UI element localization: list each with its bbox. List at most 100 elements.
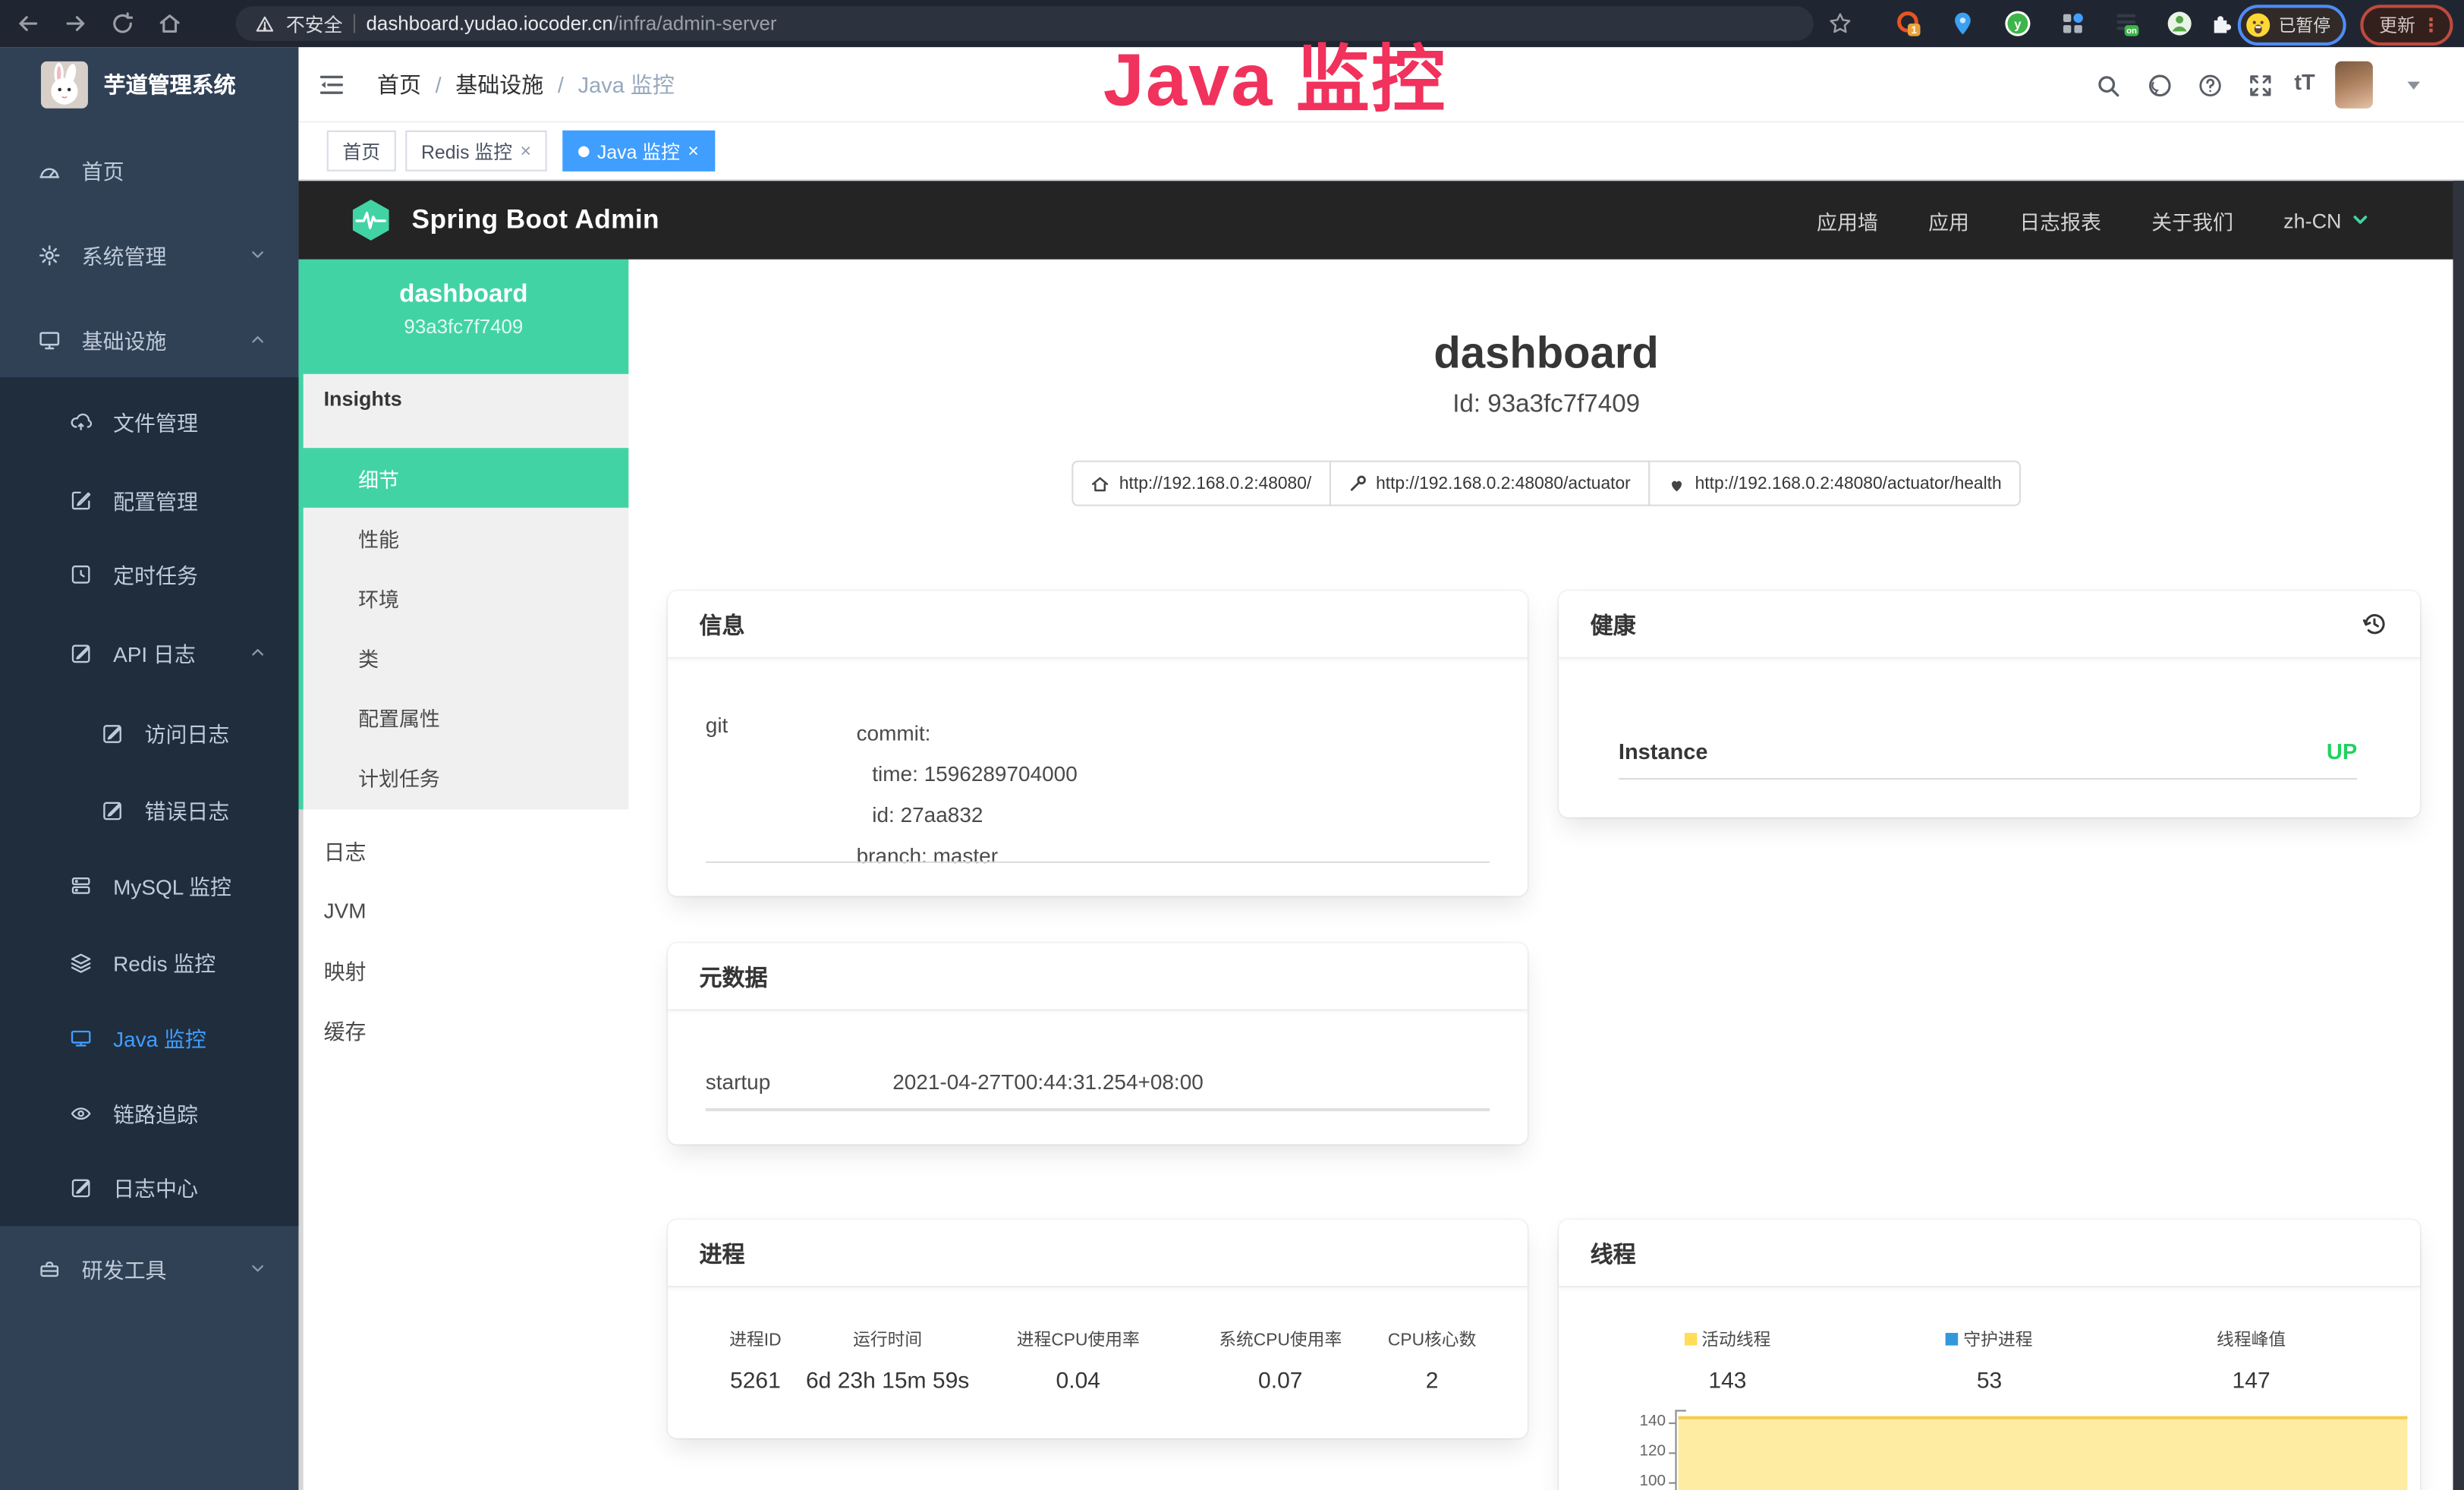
sidebar-item-error-logs[interactable]: 错误日志: [0, 772, 298, 847]
tab-redis-monitor[interactable]: Redis 监控 ×: [405, 131, 546, 172]
live-threads-area: [1679, 1416, 2408, 1490]
user-caret-down-icon[interactable]: [2407, 82, 2420, 90]
extension-pin-icon[interactable]: [1949, 9, 1977, 37]
sba-navbar: Spring Boot Admin 应用墙 应用 日志报表 关于我们 zh-CN: [298, 181, 2464, 260]
extension-grid-icon[interactable]: [2059, 9, 2087, 37]
sidebar-item-tracing[interactable]: 链路追踪: [0, 1075, 298, 1150]
tagsview-bar: 首页 Redis 监控 × Java 监控 ×: [298, 123, 2464, 181]
menu-item-metrics[interactable]: 性能: [298, 508, 628, 568]
info-card-title: 信息: [700, 607, 745, 640]
app-logo[interactable]: 芋道管理系统: [0, 47, 298, 122]
edit-square-icon: [69, 488, 93, 512]
browser-back-icon[interactable]: [16, 11, 41, 36]
browser-reload-icon[interactable]: [110, 11, 135, 36]
sba-nav-wallboard[interactable]: 应用墙: [1817, 205, 1878, 235]
address-bar[interactable]: 不安全 dashboard.yudao.iocoder.cn/infra/adm…: [236, 6, 1814, 41]
ytick-100: 100: [1622, 1473, 1666, 1490]
extensions-puzzle-icon[interactable]: [2206, 9, 2234, 37]
menu-item-caches[interactable]: 缓存: [298, 1000, 628, 1060]
instance-header[interactable]: dashboard 93a3fc7f7409: [298, 260, 628, 374]
sidebar-item-log-center[interactable]: 日志中心: [0, 1149, 298, 1224]
threads-chart: 140 120 100: [1559, 1400, 2420, 1490]
legend-daemon-threads: 守护进程 53: [1858, 1327, 2120, 1394]
sidebar-item-system[interactable]: 系统管理: [0, 217, 298, 292]
logo-rabbit-avatar: [41, 61, 88, 109]
sba-brand[interactable]: Spring Boot Admin: [349, 198, 659, 242]
extension-ubuntu-icon[interactable]: 1: [1893, 9, 1921, 37]
extension-person-icon[interactable]: [2166, 9, 2194, 37]
sba-nav-about[interactable]: 关于我们: [2151, 205, 2233, 235]
sidebar-item-java-monitor[interactable]: Java 监控: [0, 1000, 298, 1075]
sidebar-item-home[interactable]: 首页: [0, 132, 298, 207]
help-icon[interactable]: [2197, 72, 2223, 99]
instance-id-subtitle: Id: 93a3fc7f7409: [628, 392, 2464, 420]
breadcrumb-infrastructure[interactable]: 基础设施: [455, 69, 543, 100]
fullscreen-icon[interactable]: [2247, 72, 2274, 99]
close-icon[interactable]: ×: [688, 141, 699, 160]
close-icon[interactable]: ×: [520, 141, 531, 160]
menu-item-logs[interactable]: 日志: [298, 821, 628, 880]
stat-system-cpu: 系统CPU使用率0.07: [1183, 1327, 1377, 1394]
page-title: dashboard: [628, 329, 2464, 379]
browser-profile-chip[interactable]: 已暂停: [2238, 5, 2346, 46]
extension-green-y-icon[interactable]: y: [2003, 9, 2031, 37]
sidebar-item-file-management[interactable]: 文件管理: [0, 383, 298, 458]
sidebar-item-mysql-monitor[interactable]: MySQL 监控: [0, 847, 298, 922]
menu-item-classes[interactable]: 类: [298, 627, 628, 687]
health-card-title: 健康: [1591, 607, 1636, 640]
service-url-button[interactable]: http://192.168.0.2:48080/: [1072, 461, 1330, 506]
hamburger-fold-icon[interactable]: [317, 71, 345, 99]
chrome-update-button[interactable]: 更新 ⋮: [2360, 5, 2453, 46]
chevron-down-icon: [248, 1259, 267, 1278]
menu-item-details[interactable]: 细节: [298, 448, 628, 508]
edit-square-icon: [69, 641, 93, 664]
row-divider: [1619, 778, 2357, 780]
sidebar-item-api-logs[interactable]: API 日志: [0, 615, 298, 690]
bookmark-star-icon[interactable]: [1827, 11, 1852, 36]
sidebar-item-infrastructure[interactable]: 基础设施: [0, 302, 298, 377]
threads-legend: 活动线程 143 守护进程 53 线程峰值 147: [1597, 1327, 2382, 1394]
sba-locale-select[interactable]: zh-CN: [2283, 208, 2370, 232]
breadcrumb-home[interactable]: 首页: [377, 69, 421, 100]
legend-live-threads: 活动线程 143: [1597, 1327, 1858, 1394]
tab-home[interactable]: 首页: [327, 131, 396, 172]
insights-group: Insights 细节 性能 环境 类 配置属性 计划任务: [298, 374, 628, 810]
wrench-icon: [1348, 474, 1367, 493]
actuator-url-button[interactable]: http://192.168.0.2:48080/actuator: [1329, 461, 1650, 506]
extension-on-list-icon[interactable]: on: [2112, 9, 2140, 37]
github-icon[interactable]: [2147, 72, 2173, 99]
sidebar-item-config-management[interactable]: 配置管理: [0, 462, 298, 537]
browser-home-icon[interactable]: [157, 11, 182, 36]
status-badge: UP: [2327, 739, 2357, 764]
ytick-140: 140: [1622, 1413, 1666, 1431]
browser-forward-icon[interactable]: [63, 11, 88, 36]
sba-nav-journal[interactable]: 日志报表: [2019, 205, 2101, 235]
tab-java-monitor[interactable]: Java 监控 ×: [562, 131, 714, 172]
active-tab-dot: [578, 146, 589, 156]
menu-item-scheduled-tasks[interactable]: 计划任务: [298, 747, 628, 807]
sidebar-item-dev-tools[interactable]: 研发工具: [0, 1230, 298, 1306]
menu-item-config-props[interactable]: 配置属性: [298, 687, 628, 747]
page-scrollbar[interactable]: [2453, 181, 2464, 1490]
sidebar-item-redis-monitor[interactable]: Redis 监控: [0, 925, 298, 1000]
legend-square-yellow: [1684, 1333, 1697, 1346]
sba-main-content: dashboard Id: 93a3fc7f7409 http://192.16…: [628, 260, 2464, 1490]
menu-item-jvm[interactable]: JVM: [298, 880, 628, 940]
health-url-button[interactable]: http://192.168.0.2:48080/actuator/health: [1648, 461, 2021, 506]
search-icon[interactable]: [2094, 72, 2121, 99]
legend-peak-threads: 线程峰值 147: [2120, 1327, 2382, 1394]
sidebar-item-access-logs[interactable]: 访问日志: [0, 695, 298, 770]
browser-menu-icon[interactable]: ⋮: [2422, 20, 2440, 30]
history-icon[interactable]: [2360, 610, 2388, 638]
chevron-down-icon: [248, 245, 267, 264]
chevron-up-icon: [248, 643, 267, 662]
menu-item-environment[interactable]: 环境: [298, 568, 628, 628]
row-divider: [706, 1108, 1490, 1111]
instance-links: http://192.168.0.2:48080/ http://192.168…: [628, 461, 2464, 506]
sidebar-scrollbar[interactable]: [298, 809, 303, 1490]
text-size-icon[interactable]: tT: [2294, 69, 2315, 94]
user-avatar[interactable]: [2335, 61, 2373, 109]
sba-nav-applications[interactable]: 应用: [1928, 205, 1969, 235]
menu-item-mappings[interactable]: 映射: [298, 940, 628, 1000]
sidebar-item-scheduled-jobs[interactable]: 定时任务: [0, 536, 298, 611]
